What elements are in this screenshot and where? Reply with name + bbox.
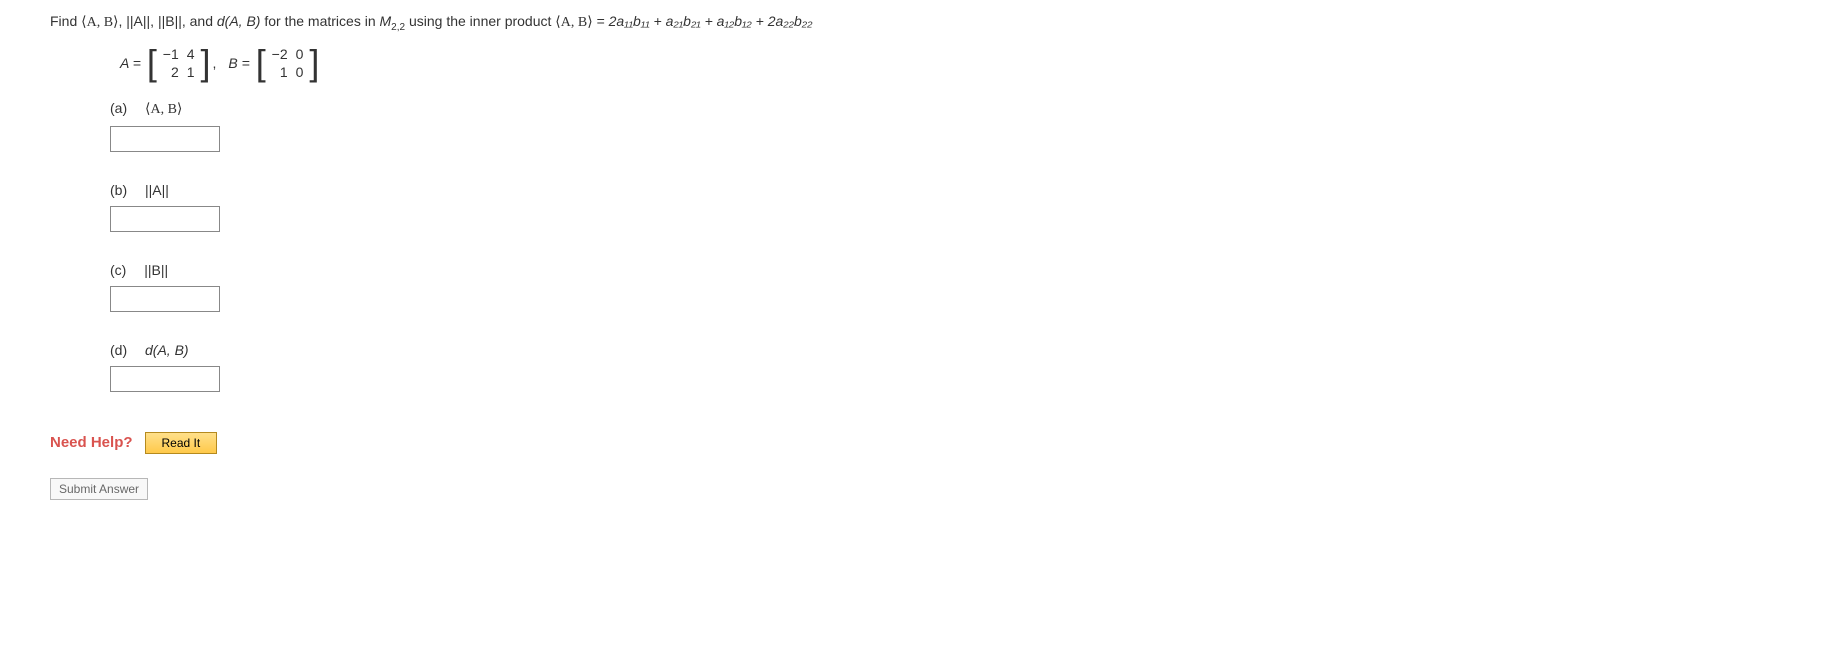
a-r2c2: 1 <box>187 64 195 80</box>
b-r2c2: 0 <box>296 64 304 80</box>
a-r2c1: 2 <box>163 64 179 80</box>
part-a-input[interactable] <box>110 126 220 152</box>
prompt-item4: d(A, B) <box>217 13 261 29</box>
matrix-b-label: B = <box>228 55 249 71</box>
part-a-label: ⟨A, B⟩ <box>145 102 182 117</box>
part-d-input[interactable] <box>110 366 220 392</box>
part-d: (d) d(A, B) <box>110 342 1788 392</box>
need-help-label: Need Help? <box>50 434 133 451</box>
read-it-button[interactable]: Read It <box>145 432 218 454</box>
ip-eq: = <box>597 13 609 29</box>
question-prompt: Find ⟨A, B⟩, ||A||, ||B||, and d(A, B) f… <box>50 10 1788 36</box>
matrix-a-label: A = <box>120 55 141 71</box>
part-a-letter: (a) <box>110 100 127 116</box>
part-b-letter: (b) <box>110 182 127 198</box>
prompt-item3: ||B|| <box>158 13 182 29</box>
prompt-mid: for the matrices in <box>264 13 379 29</box>
b-r2c1: 1 <box>272 64 288 80</box>
part-c-label: ||B|| <box>144 262 168 278</box>
space-symbol: M <box>380 13 392 29</box>
part-d-letter: (d) <box>110 342 127 358</box>
a-r1c2: 4 <box>187 46 195 62</box>
b-r1c2: 0 <box>296 46 304 62</box>
ip-lhs: ⟨A, B⟩ <box>555 15 592 30</box>
part-b: (b) ||A|| <box>110 182 1788 232</box>
ip-rhs: 2a₁₁b₁₁ + a₂₁b₂₁ + a₁₂b₁₂ + 2a₂₂b₂₂ <box>609 13 813 29</box>
b-r1c1: −2 <box>272 46 288 62</box>
part-c-letter: (c) <box>110 262 126 278</box>
prompt-item2: ||A|| <box>126 13 150 29</box>
submit-section: Submit Answer <box>50 478 1788 500</box>
matrix-comma: , <box>212 55 216 71</box>
prompt-mid2: using the inner product <box>409 13 555 29</box>
space-sub: 2,2 <box>391 22 405 33</box>
matrix-definitions: A = [ −1 4 2 1 ] , B = [ −2 0 1 0 ] <box>120 44 1788 82</box>
a-r1c1: −1 <box>163 46 179 62</box>
part-b-label: ||A|| <box>145 182 169 198</box>
part-d-label: d(A, B) <box>145 342 189 358</box>
matrix-b: [ −2 0 1 0 ] <box>256 44 320 82</box>
part-c: (c) ||B|| <box>110 262 1788 312</box>
need-help-section: Need Help? Read It <box>50 432 1788 454</box>
part-b-input[interactable] <box>110 206 220 232</box>
part-c-input[interactable] <box>110 286 220 312</box>
prompt-item1: ⟨A, B⟩ <box>81 15 118 30</box>
prompt-prefix: Find <box>50 13 81 29</box>
matrix-a: [ −1 4 2 1 ] <box>147 44 211 82</box>
submit-answer-button[interactable]: Submit Answer <box>50 478 148 500</box>
part-a: (a) ⟨A, B⟩ <box>110 100 1788 152</box>
